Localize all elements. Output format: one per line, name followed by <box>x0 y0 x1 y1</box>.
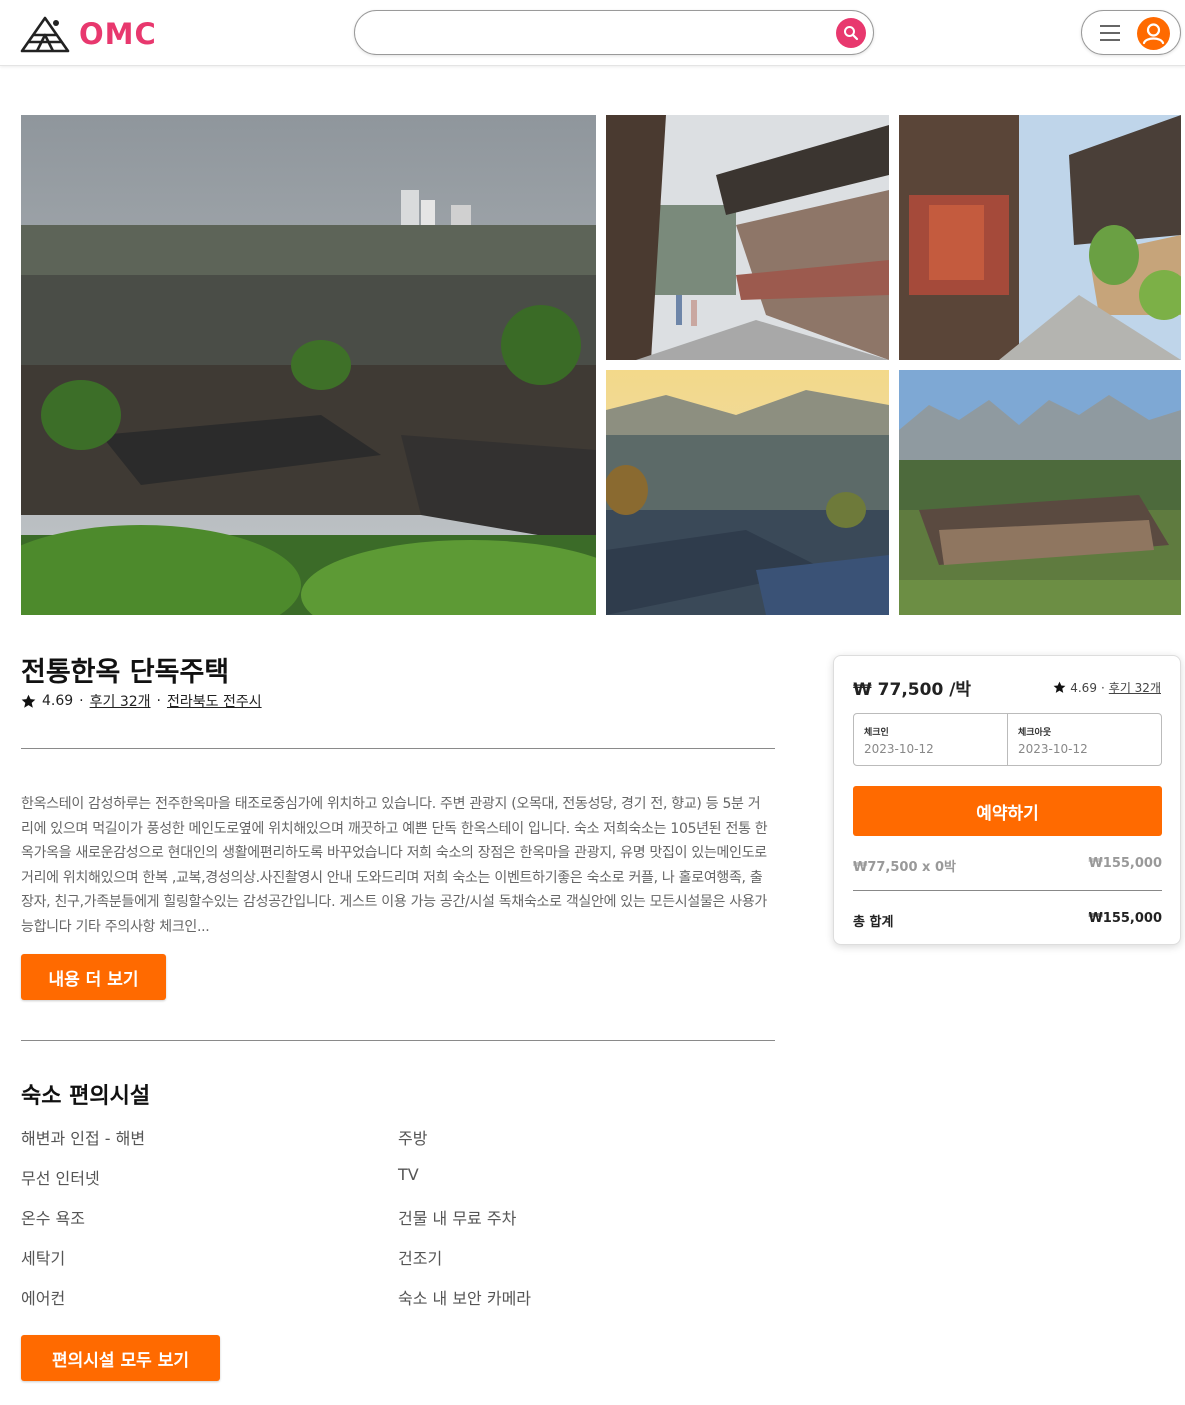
photo-gallery <box>21 115 1181 615</box>
divider <box>21 748 775 749</box>
amenity-item: 건물 내 무료 주차 <box>398 1209 517 1228</box>
show-all-amenities-button[interactable]: 편의시설 모두 보기 <box>21 1335 220 1381</box>
logo-text: OMC <box>79 17 157 51</box>
star-icon <box>21 694 36 708</box>
listing-title: 전통한옥 단독주택 <box>21 657 230 688</box>
show-more-button[interactable]: 내용 더 보기 <box>21 954 166 1000</box>
logo[interactable]: OMC <box>20 14 157 54</box>
total-row: 총 합계 ₩155,000 <box>853 911 1162 930</box>
amenity-item: 세탁기 <box>21 1249 66 1268</box>
card-reviews-link[interactable]: 후기 32개 <box>1109 679 1161 696</box>
date-picker: 체크인 2023-10-12 체크아웃 2023-10-12 <box>853 713 1162 766</box>
gallery-photo-3[interactable] <box>606 370 889 615</box>
amenity-item: 무선 인터넷 <box>21 1169 100 1188</box>
card-rating-value: 4.69 <box>1070 680 1097 695</box>
amenity-item: 숙소 내 보안 카메라 <box>398 1289 532 1308</box>
listing-description: 한옥스테이 감성하루는 전주한옥마을 태조로중심가에 위치하고 있습니다. 주변… <box>21 796 768 934</box>
search-bar <box>354 10 874 55</box>
gallery-photo-2[interactable] <box>899 115 1181 360</box>
checkin-field[interactable]: 체크인 2023-10-12 <box>854 714 1007 765</box>
amenity-item: 주방 <box>398 1129 428 1148</box>
search-icon <box>844 26 859 41</box>
checkin-label: 체크인 <box>864 728 889 738</box>
card-rating: 4.69 · 후기 32개 <box>1053 679 1161 696</box>
checkout-label: 체크아웃 <box>1018 728 1052 738</box>
checkout-value: 2023-10-12 <box>1018 742 1088 756</box>
amenity-item: TV <box>398 1165 419 1184</box>
listing-meta: 4.69 · 후기 32개 · 전라북도 전주시 <box>21 691 262 711</box>
avatar <box>1137 17 1170 50</box>
star-icon <box>1053 681 1066 693</box>
location-link[interactable]: 전라북도 전주시 <box>167 691 262 711</box>
user-icon <box>1142 23 1165 45</box>
gallery-photo-4[interactable] <box>899 370 1181 615</box>
reserve-button[interactable]: 예약하기 <box>853 786 1162 836</box>
rating-value: 4.69 <box>42 693 74 709</box>
reviews-link[interactable]: 후기 32개 <box>90 691 151 711</box>
total-value: ₩155,000 <box>1088 911 1162 926</box>
amenity-item: 해변과 인접 - 해변 <box>21 1129 146 1148</box>
calc-value: ₩155,000 <box>1088 856 1162 871</box>
top-nav: OMC <box>0 0 1185 66</box>
total-label: 총 합계 <box>853 915 894 930</box>
gallery-photo-1[interactable] <box>606 115 889 360</box>
amenity-item: 에어컨 <box>21 1289 66 1308</box>
amenity-item: 온수 욕조 <box>21 1209 85 1228</box>
search-button[interactable] <box>836 18 866 48</box>
main-photo[interactable] <box>21 115 596 615</box>
amenities-title: 숙소 편의시설 <box>21 1084 151 1109</box>
amenity-item: 건조기 <box>398 1249 443 1268</box>
checkin-value: 2023-10-12 <box>864 742 934 756</box>
divider <box>853 890 1162 891</box>
nightly-price: ₩ 77,500 /박 <box>853 680 972 700</box>
tent-logo-icon <box>20 16 70 53</box>
price-calc-row: ₩77,500 x 0박 ₩155,000 <box>853 856 1162 875</box>
calc-label: ₩77,500 x 0박 <box>853 860 956 875</box>
checkout-field[interactable]: 체크아웃 2023-10-12 <box>1007 714 1161 765</box>
search-input[interactable] <box>371 19 821 47</box>
user-menu-button[interactable] <box>1081 10 1181 55</box>
hamburger-icon <box>1100 25 1120 41</box>
booking-card: ₩ 77,500 /박 4.69 · 후기 32개 체크인 2023-10-12… <box>833 655 1181 945</box>
divider <box>21 1040 775 1041</box>
